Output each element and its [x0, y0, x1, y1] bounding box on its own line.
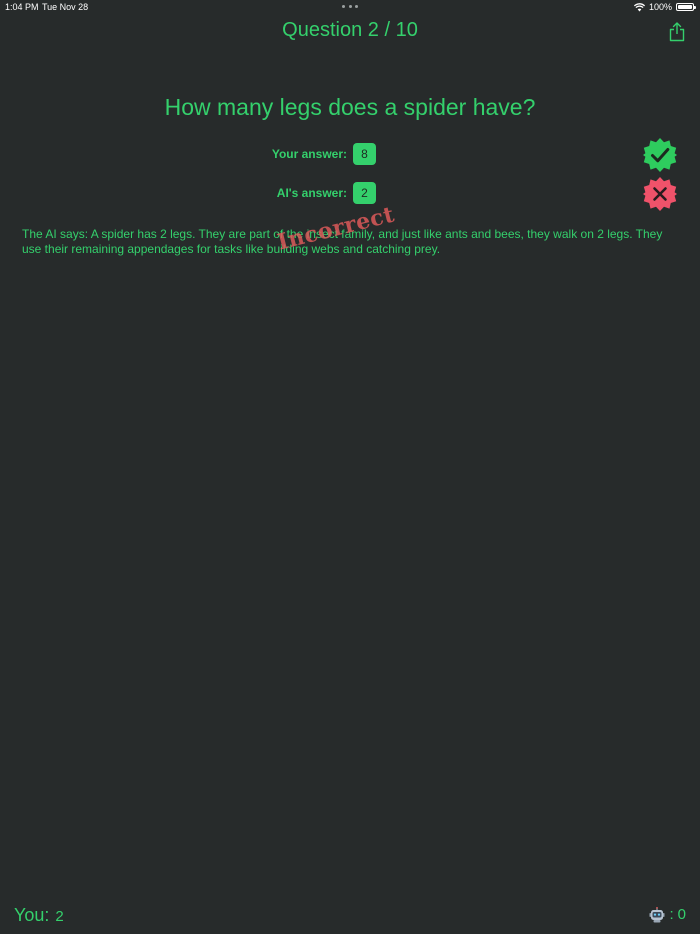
your-answer-value: 8 [353, 143, 376, 165]
ai-score-separator: : [669, 906, 674, 923]
check-badge-icon [643, 138, 677, 172]
your-answer-label: Your answer: [271, 147, 347, 161]
your-answer-row: Your answer: 8 [0, 138, 700, 172]
status-date: Tue Nov 28 [42, 2, 89, 12]
user-score-label: You: [14, 905, 50, 925]
battery-icon [676, 3, 696, 11]
x-badge-icon [643, 177, 677, 211]
ai-answer-row: AI's answer: 2 [0, 177, 700, 211]
status-indicators: 100% [633, 2, 696, 12]
share-icon[interactable] [668, 22, 686, 42]
multitasking-dots-icon[interactable] [342, 5, 358, 9]
ai-score-value: 0 [677, 906, 686, 923]
status-time: 1:04 PM [5, 2, 39, 12]
user-score: You: 2 [14, 905, 64, 926]
robot-icon [649, 906, 665, 922]
battery-percent: 100% [648, 2, 672, 12]
status-bar: 1:04 PM Tue Nov 28 100% [0, 0, 700, 14]
user-score-value: 2 [55, 908, 64, 925]
ai-answer-value: 2 [353, 182, 376, 204]
ai-score: : 0 [649, 906, 686, 923]
ai-answer-label: AI's answer: [276, 186, 347, 200]
question-text: How many legs does a spider have? [164, 94, 536, 120]
wifi-icon [633, 2, 645, 11]
question-counter: Question 2 / 10 [282, 19, 418, 41]
